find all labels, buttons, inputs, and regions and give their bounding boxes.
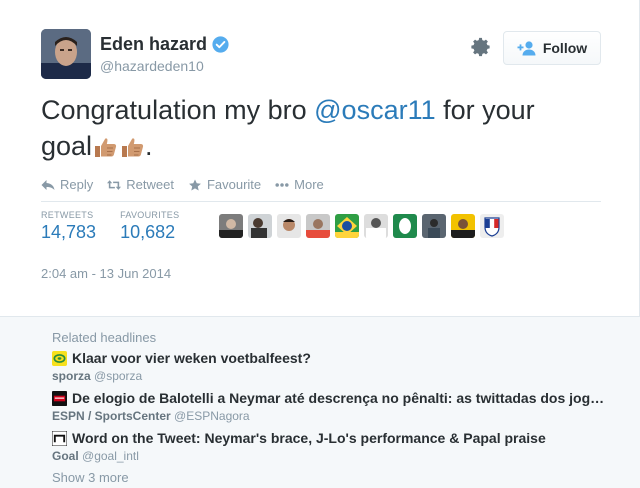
gear-icon[interactable] <box>470 36 492 58</box>
author-avatar[interactable] <box>41 29 91 79</box>
favourites-count: 10,682 <box>120 222 176 242</box>
verified-badge-icon <box>212 36 229 53</box>
show-more-link[interactable]: Show 3 more <box>52 470 129 485</box>
favoriter-avatar[interactable] <box>248 214 272 238</box>
reply-action[interactable]: Reply <box>41 177 93 192</box>
retweets-stat[interactable]: RETWEETS 14,783 <box>41 210 96 243</box>
favoriter-avatars <box>219 214 504 238</box>
headline-source-handle: @goal_intl <box>82 449 139 463</box>
goal-logo-icon <box>52 430 67 446</box>
tweet-text-part: . <box>145 131 153 161</box>
tweet-text-part: Congratulation my bro <box>41 95 315 125</box>
thumbs-up-icon <box>95 138 117 157</box>
related-headlines-title: Related headlines <box>52 330 157 345</box>
favourite-label: Favourite <box>206 177 262 192</box>
tweet-text-part: for your <box>435 95 535 125</box>
related-headlines-panel: Related headlines Klaar voor vier weken … <box>0 316 640 488</box>
divider <box>41 201 601 202</box>
star-icon <box>189 178 201 191</box>
profile-photo-icon <box>41 29 91 79</box>
emoji-group <box>92 134 145 160</box>
headline-source-handle: @ESPNagora <box>174 409 250 423</box>
headline-source-name: ESPN / SportsCenter <box>52 409 171 423</box>
favoriter-avatar[interactable] <box>480 214 504 238</box>
tweet-actions: Reply Retweet Favourite More <box>41 177 338 192</box>
favoriter-avatar[interactable] <box>306 214 330 238</box>
reply-icon <box>41 179 55 190</box>
favourites-stat[interactable]: FAVOURITES 10,682 <box>120 210 179 243</box>
more-dots-icon <box>275 182 289 187</box>
tweet-card: Eden hazard @hazardeden10 Follow Congrat… <box>0 0 640 316</box>
author-full-name[interactable]: Eden hazard <box>100 34 207 55</box>
headline-item[interactable]: De elogio de Balotelli a Neymar até desc… <box>52 390 612 423</box>
headline-source-name: sporza <box>52 369 91 383</box>
favourite-action[interactable]: Favourite <box>188 177 261 192</box>
favoriter-avatar[interactable] <box>364 214 388 238</box>
tweet-stats: RETWEETS 14,783 FAVOURITES 10,682 <box>41 210 203 243</box>
headline-source-name: Goal <box>52 449 79 463</box>
follow-label: Follow <box>542 40 588 56</box>
retweet-action[interactable]: Retweet <box>107 177 174 192</box>
headline-title[interactable]: Klaar voor vier weken voetbalfeest? <box>72 350 311 366</box>
favoriter-avatar[interactable] <box>451 214 475 238</box>
favoriter-avatar[interactable] <box>393 214 417 238</box>
headline-source: sporza @sporza <box>52 369 612 383</box>
retweet-icon <box>107 179 122 190</box>
retweet-label: Retweet <box>126 177 174 192</box>
tweet-timestamp[interactable]: 2:04 am - 13 Jun 2014 <box>41 266 171 281</box>
author-name-row[interactable]: Eden hazard <box>100 34 229 55</box>
favourites-label: FAVOURITES <box>120 210 180 220</box>
more-action[interactable]: More <box>275 177 324 192</box>
espn-logo-icon <box>52 390 67 406</box>
sporza-logo-icon <box>52 350 67 366</box>
favoriter-avatar[interactable] <box>335 214 359 238</box>
headline-source: Goal @goal_intl <box>52 449 612 463</box>
headline-title[interactable]: Word on the Tweet: Neymar's brace, J-Lo'… <box>72 430 546 446</box>
add-user-icon <box>517 41 536 56</box>
follow-button[interactable]: Follow <box>503 31 601 65</box>
mention-link[interactable]: @oscar11 <box>314 95 435 125</box>
reply-label: Reply <box>60 177 94 192</box>
author-username[interactable]: @hazardeden10 <box>100 58 204 74</box>
retweets-count: 14,783 <box>41 222 97 242</box>
favoriter-avatar[interactable] <box>277 214 301 238</box>
headline-source-handle: @sporza <box>94 369 143 383</box>
more-label: More <box>294 177 324 192</box>
favoriter-avatar[interactable] <box>219 214 243 238</box>
retweets-label: RETWEETS <box>41 210 94 220</box>
headline-source: ESPN / SportsCenter @ESPNagora <box>52 409 612 423</box>
headline-item[interactable]: Klaar voor vier weken voetbalfeest? spor… <box>52 350 612 383</box>
headline-item[interactable]: Word on the Tweet: Neymar's brace, J-Lo'… <box>52 430 612 463</box>
thumbs-up-icon <box>122 138 144 157</box>
favoriter-avatar[interactable] <box>422 214 446 238</box>
headline-title[interactable]: De elogio de Balotelli a Neymar até desc… <box>72 390 604 406</box>
tweet-text: Congratulation my bro @oscar11 for your … <box>41 92 601 164</box>
tweet-text-part: goal <box>41 131 93 161</box>
